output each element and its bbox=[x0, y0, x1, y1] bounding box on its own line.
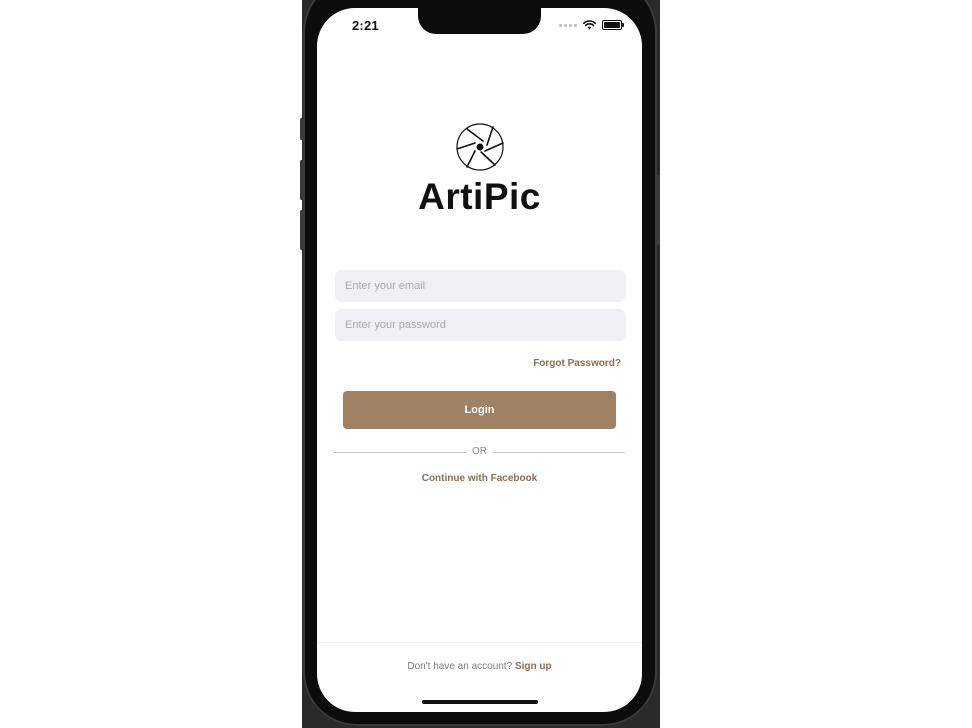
power-button bbox=[657, 175, 660, 245]
mute-switch bbox=[300, 118, 303, 140]
signup-prompt: Don't have an account? bbox=[407, 661, 513, 672]
divider-right bbox=[493, 452, 625, 453]
battery-icon bbox=[602, 20, 624, 30]
password-input[interactable] bbox=[335, 309, 626, 341]
signup-link[interactable]: Sign up bbox=[515, 661, 552, 672]
wifi-icon bbox=[583, 20, 596, 30]
brand-title: ArtiPic bbox=[418, 176, 541, 217]
signal-dots-icon bbox=[559, 23, 577, 27]
volume-down-button bbox=[300, 210, 303, 250]
status-time: 2:21 bbox=[352, 18, 379, 33]
camera-aperture-icon bbox=[456, 123, 504, 171]
footer-separator bbox=[317, 642, 642, 643]
login-button[interactable]: Login bbox=[343, 391, 616, 429]
device-notch bbox=[418, 8, 541, 34]
continue-with-facebook-button[interactable]: Continue with Facebook bbox=[317, 473, 642, 484]
volume-up-button bbox=[300, 160, 303, 200]
status-icons bbox=[559, 20, 624, 30]
email-input[interactable] bbox=[335, 270, 626, 302]
signup-row: Don't have an account? Sign up bbox=[317, 661, 642, 672]
home-indicator[interactable] bbox=[422, 700, 538, 704]
app-screen: 2:21 ArtiPic Forgot Password? Login OR C… bbox=[317, 8, 642, 712]
forgot-password-link[interactable]: Forgot Password? bbox=[533, 358, 621, 369]
